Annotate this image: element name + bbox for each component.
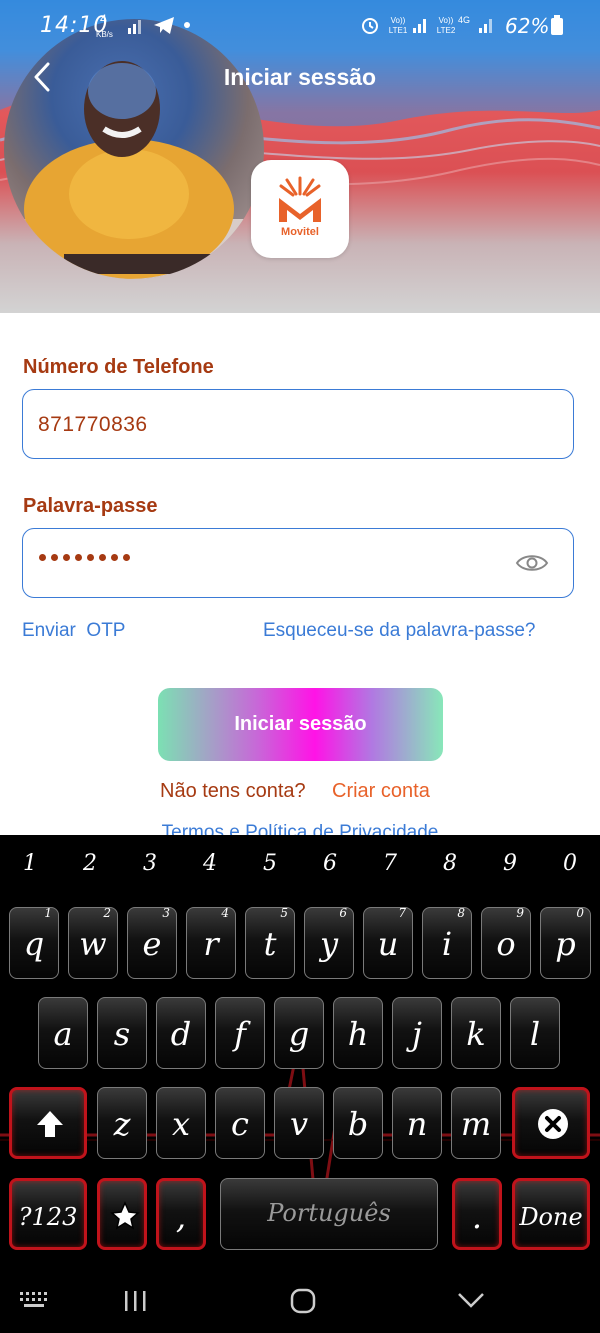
home-icon[interactable] [290, 1288, 316, 1314]
key-m[interactable]: m [451, 1087, 501, 1159]
battery-percent: 62% [505, 14, 550, 38]
notification-dot-icon [184, 22, 190, 28]
movitel-m-icon [279, 176, 321, 222]
shift-arrow-icon [37, 1111, 63, 1137]
alarm-icon [362, 18, 378, 34]
login-button[interactable]: Iniciar sessão [158, 688, 443, 761]
key-g[interactable]: g [274, 997, 324, 1069]
shift-key[interactable] [9, 1087, 87, 1159]
num-key-1[interactable]: 1 [10, 851, 50, 876]
done-key[interactable]: Done [512, 1178, 590, 1250]
telegram-icon [154, 17, 174, 34]
emoji-key[interactable] [97, 1178, 147, 1250]
key-h[interactable]: h [333, 997, 383, 1069]
sim1-label: Vo)) LTE1 [388, 16, 408, 35]
num-key-8[interactable]: 8 [430, 851, 470, 876]
key-y[interactable]: 6y [304, 906, 354, 979]
create-account-link[interactable]: Criar conta [332, 780, 430, 803]
network-type: 4G [458, 15, 471, 25]
num-key-6[interactable]: 6 [310, 851, 350, 876]
key-w[interactable]: 2w [68, 906, 118, 979]
key-k[interactable]: k [451, 997, 501, 1069]
key-p[interactable]: 0p [540, 906, 591, 979]
network-speed-unit: KB/s [96, 30, 113, 39]
movitel-logo: Movitel [251, 160, 349, 258]
key-b[interactable]: b [333, 1087, 383, 1159]
key-s[interactable]: s [97, 997, 147, 1069]
send-otp-link[interactable]: Enviar OTP [22, 620, 125, 642]
key-e[interactable]: 3e [127, 906, 177, 979]
key-o[interactable]: 9o [481, 906, 531, 979]
num-key-3[interactable]: 3 [130, 851, 170, 876]
comma-key[interactable]: , [156, 1178, 206, 1250]
key-i[interactable]: 8i [422, 906, 472, 979]
key-q[interactable]: 1q [9, 906, 59, 979]
key-r[interactable]: 4r [186, 906, 236, 979]
key-n[interactable]: n [392, 1087, 442, 1159]
password-field[interactable] [22, 528, 574, 598]
signal-sim2-icon [479, 19, 492, 33]
phone-value[interactable]: 871770836 [38, 413, 148, 437]
key-u[interactable]: 7u [363, 906, 413, 979]
key-x[interactable]: x [156, 1087, 206, 1159]
show-password-eye-icon[interactable] [515, 551, 549, 575]
star-icon [110, 1201, 140, 1230]
symbols-key[interactable]: ?123 [9, 1178, 87, 1250]
backspace-key[interactable] [512, 1087, 590, 1159]
logo-text: Movitel [281, 226, 319, 238]
user-avatar [4, 19, 264, 279]
key-l[interactable]: l [510, 997, 560, 1069]
network-speed-value: 4 [100, 12, 107, 26]
num-key-5[interactable]: 5 [250, 851, 290, 876]
key-d[interactable]: d [156, 997, 206, 1069]
system-navigation-bar [0, 1268, 600, 1333]
keyboard-hide-icon[interactable] [20, 1292, 48, 1310]
terms-privacy-link[interactable]: Termos e Política de Privacidade [0, 822, 600, 835]
key-f[interactable]: f [215, 997, 265, 1069]
key-t[interactable]: 5t [245, 906, 295, 979]
number-row: 1 2 3 4 5 6 7 8 9 0 [0, 851, 600, 881]
sim2-label: Vo)) LTE2 [436, 16, 456, 35]
signal-sim1-icon [413, 19, 426, 33]
password-label: Palavra-passe [23, 495, 158, 517]
password-mask [39, 554, 130, 561]
key-z[interactable]: z [97, 1087, 147, 1159]
period-key[interactable]: . [452, 1178, 502, 1250]
header-banner: 14:10 4 KB/s Vo)) LTE1 Vo)) LTE2 4G 62% … [0, 0, 600, 313]
phone-label: Número de Telefone [23, 356, 214, 378]
person-photo [4, 61, 264, 279]
backspace-x-icon [538, 1109, 568, 1139]
num-key-9[interactable]: 9 [490, 851, 530, 876]
page-title: Iniciar sessão [223, 64, 377, 90]
status-bar: 14:10 4 KB/s Vo)) LTE1 Vo)) LTE2 4G 62% [0, 0, 600, 52]
keyboard: 1 2 3 4 5 6 7 8 9 0 1q 2w 3e 4r 5t 6y 7u… [0, 835, 600, 1268]
key-a[interactable]: a [38, 997, 88, 1069]
key-v[interactable]: v [274, 1087, 324, 1159]
forgot-password-link[interactable]: Esqueceu-se da palavra-passe? [263, 620, 536, 642]
phone-field[interactable]: 871770836 [22, 389, 574, 459]
key-c[interactable]: c [215, 1087, 265, 1159]
wifi-question-icon [128, 20, 141, 34]
num-key-7[interactable]: 7 [370, 851, 410, 876]
num-key-4[interactable]: 4 [190, 851, 230, 876]
space-bar[interactable]: Português [220, 1178, 438, 1250]
key-j[interactable]: j [392, 997, 442, 1069]
recent-apps-icon[interactable] [123, 1289, 149, 1313]
battery-icon [551, 15, 563, 35]
num-key-0[interactable]: 0 [550, 851, 590, 876]
back-chevron-down-icon[interactable] [457, 1290, 485, 1310]
no-account-text: Não tens conta? [160, 780, 306, 802]
num-key-2[interactable]: 2 [70, 851, 110, 876]
